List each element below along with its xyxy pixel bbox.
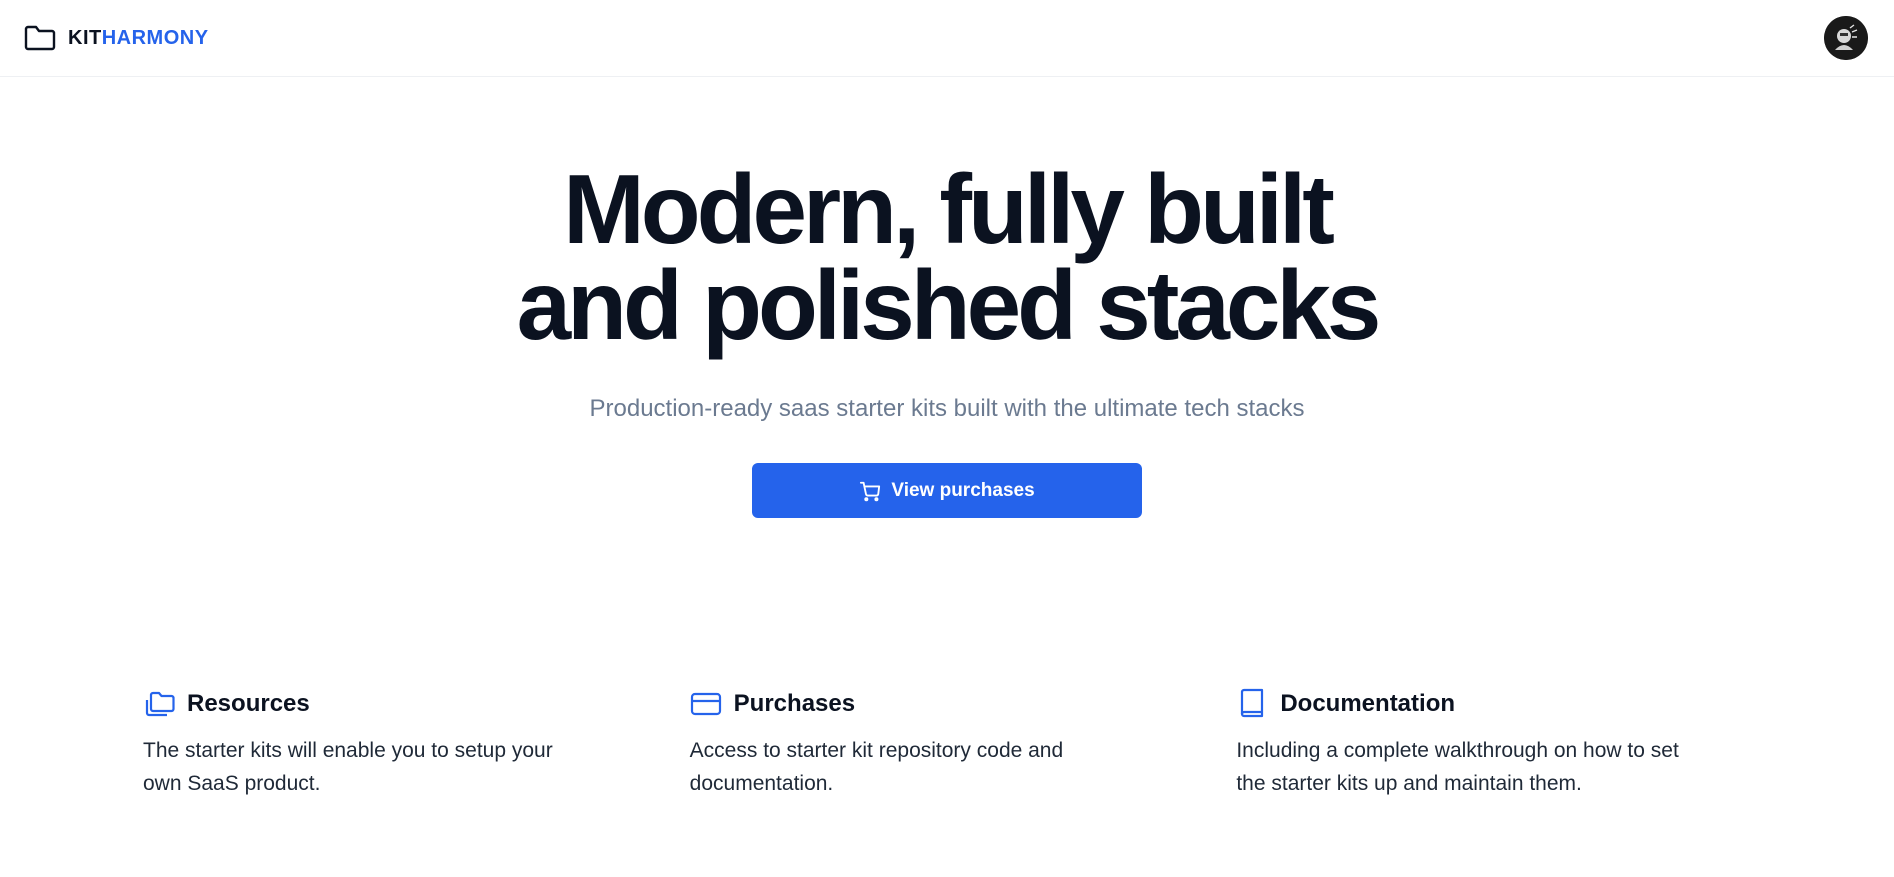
cart-icon — [859, 480, 881, 502]
feature-description: Access to starter kit repository code an… — [689, 739, 1064, 795]
view-purchases-button[interactable]: View purchases — [752, 463, 1142, 518]
folder-icon — [24, 24, 56, 52]
brand-name: KITHARMONY — [68, 27, 209, 50]
brand-logo-link[interactable]: KITHARMONY — [24, 24, 209, 52]
brand-name-kit: KIT — [68, 26, 102, 49]
feature-description: Including a complete walkthrough on how … — [1236, 739, 1679, 795]
feature-header: Documentation — [1236, 688, 1783, 720]
feature-documentation: Documentation Including a complete walkt… — [1236, 688, 1783, 800]
features-section: Resources The starter kits will enable y… — [143, 688, 1783, 800]
user-avatar[interactable] — [1824, 16, 1868, 60]
folders-icon — [143, 688, 175, 720]
feature-header: Purchases — [690, 688, 1237, 720]
view-purchases-label: View purchases — [891, 479, 1035, 501]
feature-title: Purchases — [733, 690, 856, 717]
hero-subtitle: Production-ready saas starter kits built… — [589, 395, 1305, 422]
brand-name-harmony: HARMONY — [101, 26, 209, 49]
feature-purchases: Purchases Access to starter kit reposito… — [690, 688, 1237, 800]
feature-header: Resources — [143, 688, 690, 720]
hero-title-line-1: Modern, fully built — [563, 154, 1335, 264]
hero-title: Modern, fully built and polished stacks — [516, 154, 1382, 360]
feature-description: The starter kits will enable you to setu… — [143, 739, 553, 795]
credit-card-icon — [690, 688, 722, 720]
feature-resources: Resources The starter kits will enable y… — [143, 688, 690, 800]
book-icon — [1236, 688, 1268, 720]
top-navbar: KITHARMONY — [0, 0, 1894, 77]
hero-section: Modern, fully built and polished stacks … — [0, 77, 1894, 518]
feature-title: Resources — [187, 690, 310, 717]
hero-title-line-2: and polished stacks — [516, 250, 1382, 360]
feature-title: Documentation — [1280, 690, 1456, 717]
